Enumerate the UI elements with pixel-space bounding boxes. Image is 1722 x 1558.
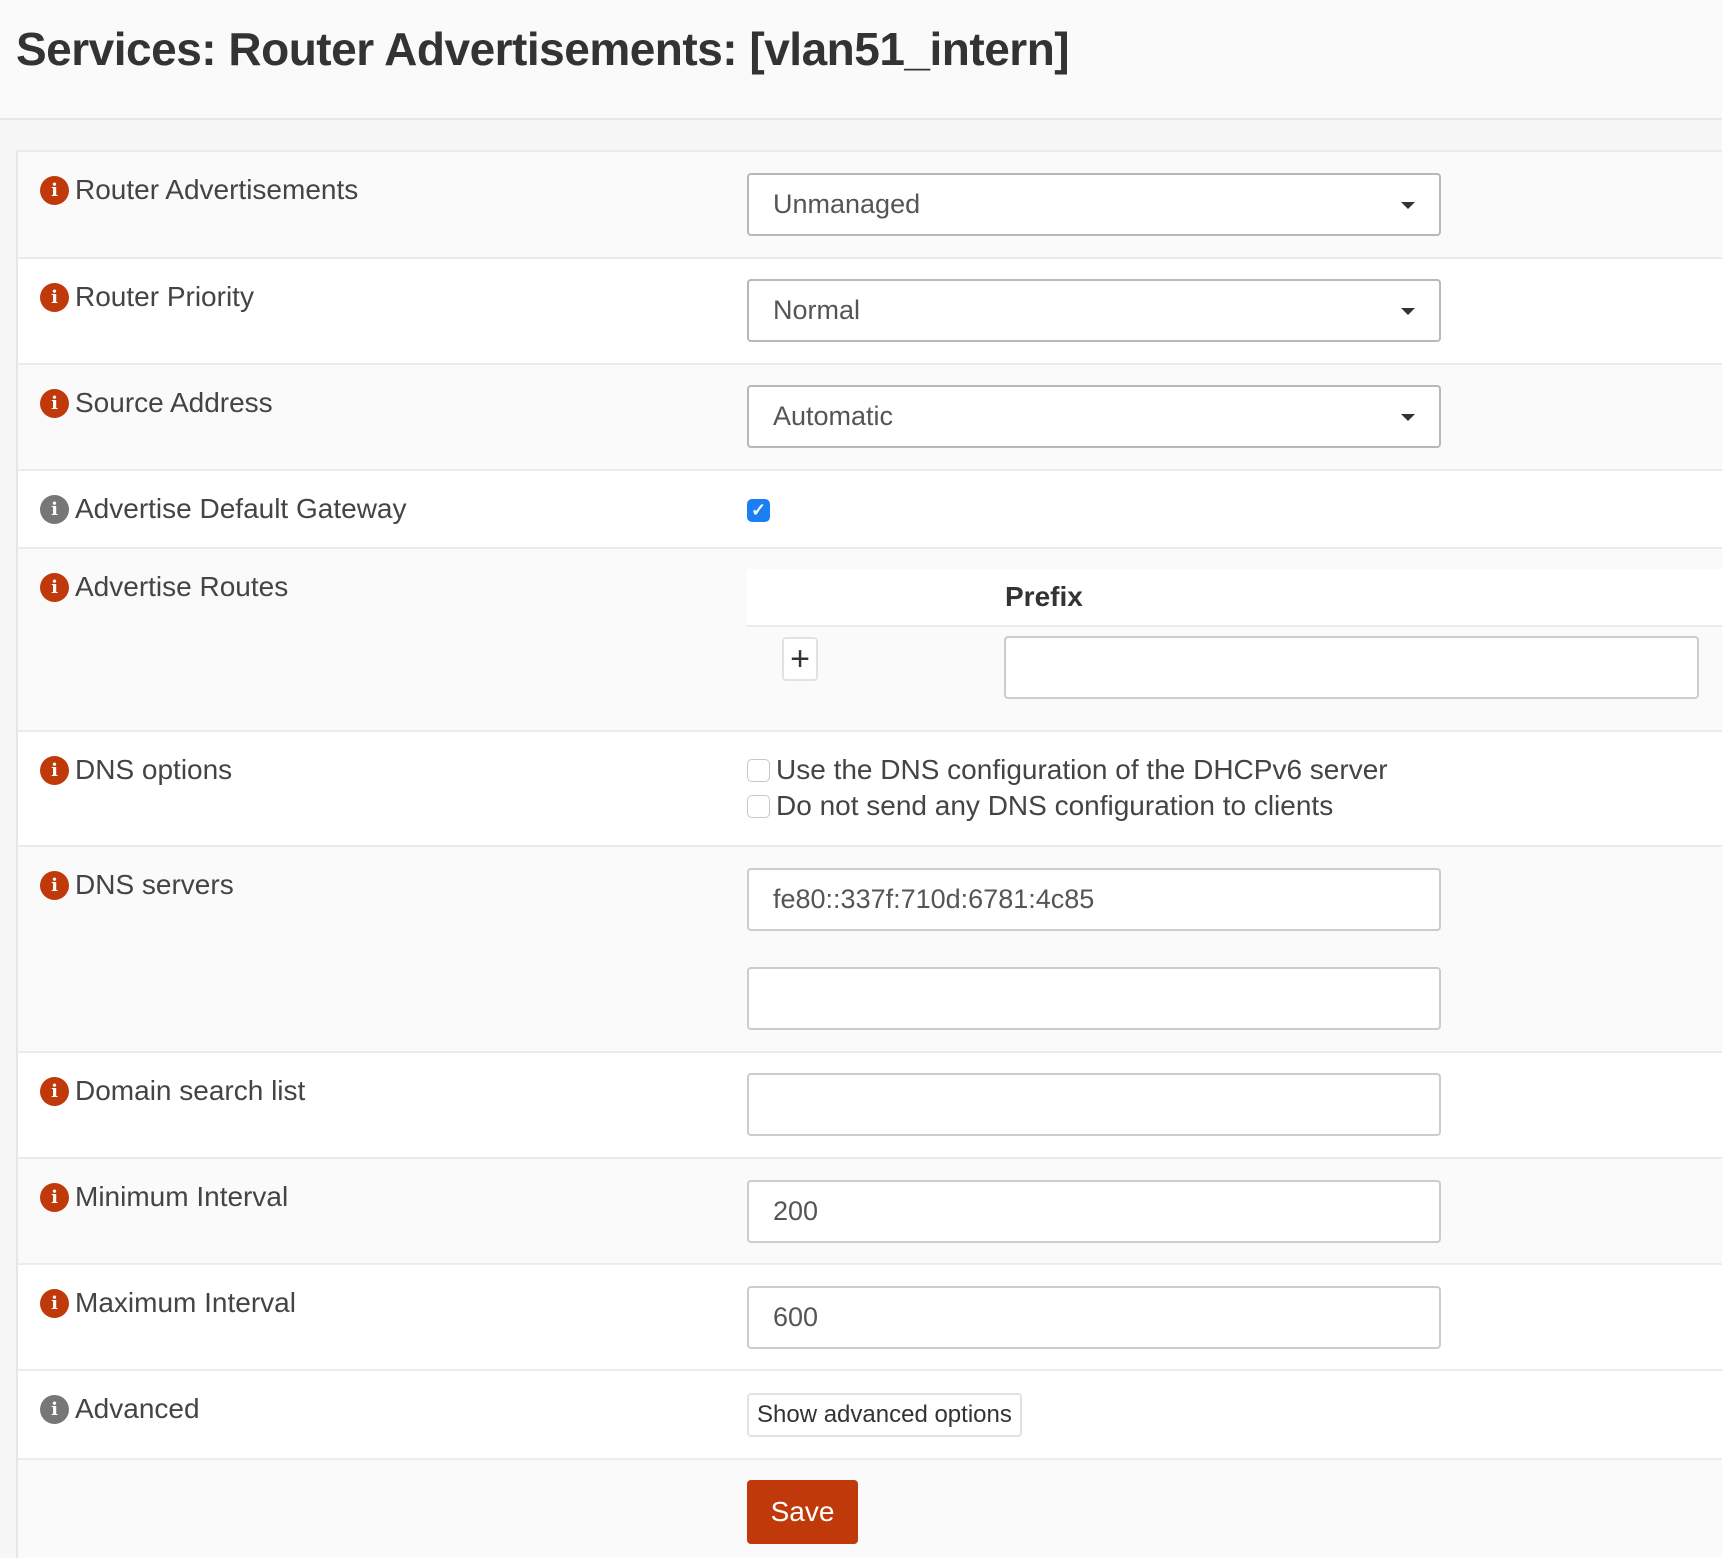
plus-icon: +: [790, 640, 810, 678]
caret-down-icon: [1401, 414, 1415, 421]
row-save: Save: [18, 1460, 1722, 1558]
row-advanced: i Advanced Show advanced options: [18, 1371, 1722, 1460]
field-label-text: Advertise Default Gateway: [75, 493, 407, 524]
dns-server-2-input[interactable]: [747, 967, 1441, 1030]
info-icon[interactable]: i: [40, 755, 69, 785]
row-advertise-default-gateway: i Advertise Default Gateway ✓: [18, 471, 1722, 549]
field-label-text: Advanced: [75, 1393, 200, 1424]
field-label-text: Advertise Routes: [75, 571, 289, 602]
add-route-button[interactable]: +: [782, 637, 818, 681]
dns-option-none-checkbox[interactable]: [747, 794, 770, 818]
maximum-interval-input[interactable]: 600: [747, 1286, 1441, 1349]
row-advertise-routes: i Advertise Routes Prefix +: [18, 549, 1722, 732]
info-icon[interactable]: i: [40, 572, 69, 602]
field-label: i Router Advertisements: [40, 174, 358, 206]
row-source-address: i Source Address Automatic: [18, 365, 1722, 471]
caret-down-icon: [1401, 202, 1415, 209]
prefix-input[interactable]: [1004, 636, 1699, 699]
row-router-advertisements: i Router Advertisements Unmanaged: [18, 152, 1722, 259]
info-icon[interactable]: i: [40, 1394, 69, 1424]
router-advertisements-select[interactable]: Unmanaged: [747, 173, 1441, 236]
router-priority-select[interactable]: Normal: [747, 279, 1441, 342]
selected-value: Normal: [773, 295, 861, 325]
row-dns-options: i DNS options Use the DNS configuration …: [18, 732, 1722, 847]
field-label: i Router Priority: [40, 281, 254, 313]
row-domain-search-list: i Domain search list: [18, 1053, 1722, 1159]
info-icon[interactable]: i: [40, 870, 69, 900]
field-label: i Advanced: [40, 1393, 200, 1425]
row-router-priority: i Router Priority Normal: [18, 259, 1722, 365]
field-label-text: Source Address: [75, 387, 273, 418]
field-label-text: Maximum Interval: [75, 1287, 296, 1318]
save-button[interactable]: Save: [747, 1480, 858, 1544]
row-maximum-interval: i Maximum Interval 600: [18, 1265, 1722, 1371]
info-icon[interactable]: i: [40, 494, 69, 524]
advertise-default-gateway-checkbox[interactable]: ✓: [747, 499, 770, 522]
page-title: Services: Router Advertisements: [vlan51…: [16, 23, 1070, 75]
field-label: i Maximum Interval: [40, 1287, 296, 1319]
selected-value: Unmanaged: [773, 189, 921, 219]
info-icon[interactable]: i: [40, 282, 69, 312]
dns-option-dhcpv6-checkbox[interactable]: [747, 758, 770, 782]
page-header: Services: Router Advertisements: [vlan51…: [0, 0, 1722, 120]
dns-option-none[interactable]: Do not send any DNS configuration to cli…: [747, 788, 1388, 824]
routes-table-header: Prefix: [747, 569, 1722, 627]
minimum-interval-input[interactable]: 200: [747, 1180, 1441, 1243]
dns-option-dhcpv6[interactable]: Use the DNS configuration of the DHCPv6 …: [747, 752, 1388, 788]
field-label: i Domain search list: [40, 1075, 305, 1107]
info-icon[interactable]: i: [40, 1182, 69, 1212]
checkmark-icon: ✓: [750, 500, 767, 520]
show-advanced-options-button[interactable]: Show advanced options: [747, 1393, 1022, 1437]
dns-option-label: Do not send any DNS configuration to cli…: [776, 790, 1334, 821]
info-icon[interactable]: i: [40, 175, 69, 205]
field-label-text: Router Advertisements: [75, 174, 359, 205]
field-label-text: DNS options: [75, 754, 233, 785]
settings-form: i Router Advertisements Unmanaged i Rout…: [16, 150, 1722, 1558]
dns-server-1-input[interactable]: fe80::337f:710d:6781:4c85: [747, 868, 1441, 931]
field-label: i Advertise Routes: [40, 571, 288, 603]
dns-option-label: Use the DNS configuration of the DHCPv6 …: [776, 754, 1388, 785]
info-icon[interactable]: i: [40, 1076, 69, 1106]
prefix-column-header: Prefix: [1005, 581, 1083, 612]
field-label-text: Router Priority: [75, 281, 254, 312]
row-dns-servers: i DNS servers fe80::337f:710d:6781:4c85: [18, 847, 1722, 1053]
field-label-text: Minimum Interval: [75, 1181, 289, 1212]
field-label: i DNS servers: [40, 869, 234, 901]
domain-search-list-input[interactable]: [747, 1073, 1441, 1136]
field-label: i Minimum Interval: [40, 1181, 288, 1213]
field-label-text: Domain search list: [75, 1075, 306, 1106]
field-label-text: DNS servers: [75, 869, 234, 900]
info-icon[interactable]: i: [40, 1288, 69, 1318]
source-address-select[interactable]: Automatic: [747, 385, 1441, 448]
selected-value: Automatic: [773, 401, 894, 431]
field-label: i Advertise Default Gateway: [40, 493, 407, 525]
info-icon[interactable]: i: [40, 388, 69, 418]
row-minimum-interval: i Minimum Interval 200: [18, 1159, 1722, 1265]
field-label: i DNS options: [40, 754, 232, 786]
caret-down-icon: [1401, 308, 1415, 315]
field-label: i Source Address: [40, 387, 273, 419]
